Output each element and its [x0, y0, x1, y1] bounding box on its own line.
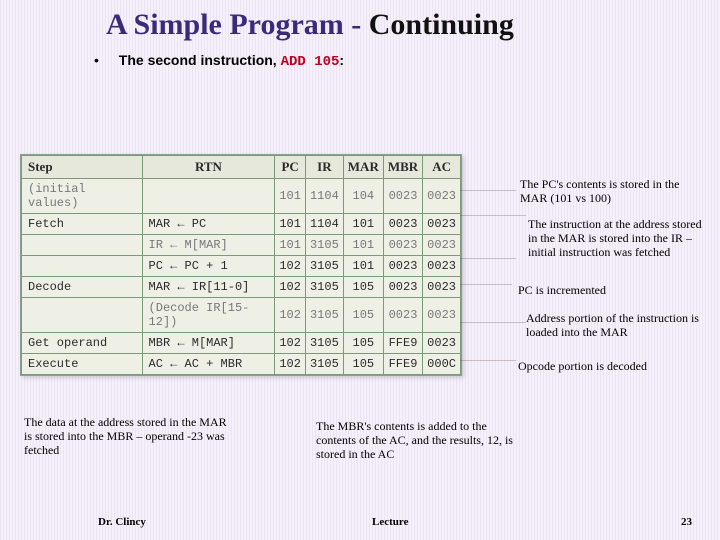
subtitle: • The second instruction, ADD 105: — [94, 52, 344, 70]
table-row: FetchMAR ← PC 101110410100230023 — [22, 214, 461, 235]
table-row: (initial values) 101110410400230023 — [22, 179, 461, 214]
anno-decode: Opcode portion is decoded — [518, 360, 708, 374]
anno-pc-mar: The PC's contents is stored in the MAR (… — [520, 178, 700, 206]
connector-line — [460, 215, 526, 216]
sub-tail: : — [339, 52, 344, 68]
connector-line — [460, 322, 526, 323]
sub-lead: The second instruction, — [119, 52, 281, 68]
connector-line — [460, 360, 516, 361]
footer-page: 23 — [681, 516, 692, 528]
table-row: DecodeMAR ← IR[11-0] 102310510500230023 — [22, 277, 461, 298]
sub-code: ADD 105 — [281, 54, 340, 70]
footer-lecture: Lecture — [372, 516, 408, 528]
anno-ac-result: The MBR's contents is added to the conte… — [316, 420, 526, 461]
anno-ir-fetch: The instruction at the address stored in… — [528, 218, 708, 259]
connector-line — [460, 284, 512, 285]
trace-table: Step RTN PC IR MAR MBR AC (initial value… — [20, 154, 462, 376]
connector-line — [460, 258, 516, 259]
th-mar: MAR — [343, 156, 383, 179]
table-row: PC ← PC + 1 102310510100230023 — [22, 256, 461, 277]
connector-line — [460, 190, 516, 191]
table-row: Get operandMBR ← M[MAR] 1023105105FFE900… — [22, 333, 461, 354]
th-rtn: RTN — [142, 156, 275, 179]
anno-mbr-fetch: The data at the address stored in the MA… — [24, 416, 234, 457]
th-ir: IR — [305, 156, 343, 179]
table-row: IR ← M[MAR] 101310510100230023 — [22, 235, 461, 256]
table-row: (Decode IR[15-12]) 102310510500230023 — [22, 298, 461, 333]
th-ac: AC — [423, 156, 461, 179]
th-mbr: MBR — [383, 156, 422, 179]
anno-addr-mar: Address portion of the instruction is lo… — [526, 312, 714, 340]
title-pre: A Simple Program - — [106, 8, 369, 41]
bullet: • — [94, 52, 99, 68]
table-row: ExecuteAC ← AC + MBR 1023105105FFE9000C — [22, 354, 461, 375]
title-post: Continuing — [369, 8, 514, 41]
anno-pc-inc: PC is incremented — [518, 284, 698, 298]
th-step: Step — [22, 156, 143, 179]
th-pc: PC — [275, 156, 306, 179]
footer-author: Dr. Clincy — [98, 516, 146, 528]
slide-title: A Simple Program - Continuing — [106, 8, 514, 42]
